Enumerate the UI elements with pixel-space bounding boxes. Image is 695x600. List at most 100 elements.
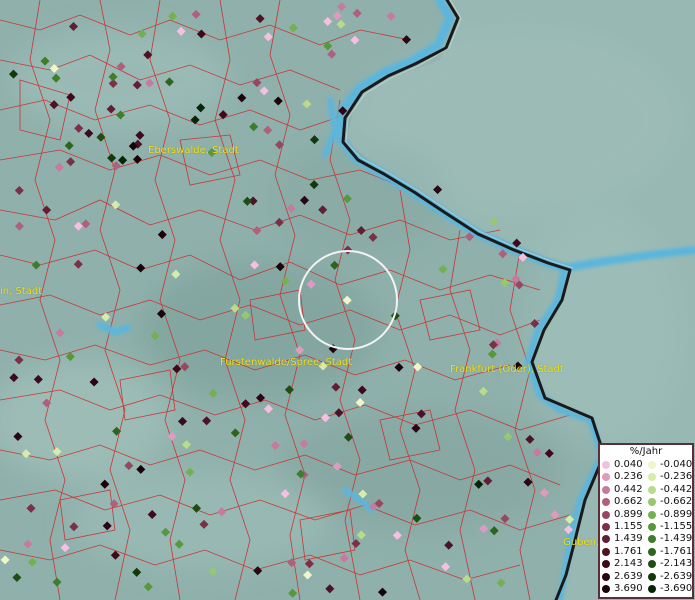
data-point-marker[interactable]: [14, 355, 24, 365]
data-point-marker[interactable]: [66, 157, 76, 167]
data-point-marker[interactable]: [143, 582, 153, 592]
data-point-marker[interactable]: [438, 264, 448, 274]
data-point-marker[interactable]: [263, 125, 273, 135]
data-point-marker[interactable]: [496, 578, 506, 588]
data-point-marker[interactable]: [337, 2, 347, 12]
data-point-marker[interactable]: [132, 567, 142, 577]
data-point-marker[interactable]: [135, 130, 145, 140]
data-point-marker[interactable]: [73, 259, 83, 269]
data-point-marker[interactable]: [302, 99, 312, 109]
data-point-marker[interactable]: [64, 141, 74, 151]
data-point-marker[interactable]: [336, 19, 346, 29]
data-point-marker[interactable]: [177, 416, 188, 426]
data-point-marker[interactable]: [350, 35, 360, 45]
data-point-marker[interactable]: [96, 132, 106, 142]
data-point-marker[interactable]: [252, 226, 262, 236]
data-point-marker[interactable]: [444, 540, 454, 550]
data-point-marker[interactable]: [304, 559, 314, 569]
data-point-marker[interactable]: [26, 503, 36, 513]
legend-value: 1.439: [614, 533, 643, 545]
data-point-marker[interactable]: [356, 530, 366, 540]
data-point-marker[interactable]: [263, 404, 274, 414]
data-point-marker[interactable]: [136, 464, 146, 474]
data-point-marker[interactable]: [320, 413, 331, 423]
data-point-marker[interactable]: [259, 86, 269, 96]
data-point-marker[interactable]: [202, 416, 212, 426]
data-point-marker[interactable]: [252, 78, 262, 88]
data-point-marker[interactable]: [52, 577, 62, 587]
data-point-marker[interactable]: [325, 584, 335, 594]
data-point-marker[interactable]: [23, 539, 33, 549]
data-point-marker[interactable]: [81, 219, 91, 229]
data-point-marker[interactable]: [274, 140, 285, 150]
data-point-marker[interactable]: [478, 386, 488, 396]
data-point-marker[interactable]: [309, 135, 320, 145]
data-point-marker[interactable]: [60, 543, 70, 553]
data-point-marker[interactable]: [288, 23, 298, 33]
data-point-marker[interactable]: [357, 385, 367, 395]
data-point-marker[interactable]: [167, 431, 177, 441]
data-point-marker[interactable]: [55, 328, 65, 338]
data-point-marker[interactable]: [339, 553, 349, 563]
data-point-marker[interactable]: [0, 555, 10, 565]
data-point-marker[interactable]: [218, 110, 228, 120]
data-point-marker[interactable]: [230, 428, 240, 438]
data-point-marker[interactable]: [73, 221, 83, 231]
legend-swatch: [602, 485, 610, 494]
data-point-marker[interactable]: [386, 11, 396, 21]
data-point-marker[interactable]: [27, 557, 37, 567]
data-point-marker[interactable]: [237, 93, 247, 103]
data-point-marker[interactable]: [176, 26, 186, 36]
data-point-marker[interactable]: [12, 572, 22, 583]
data-point-marker[interactable]: [255, 14, 265, 24]
data-point-marker[interactable]: [157, 230, 167, 240]
data-point-marker[interactable]: [377, 587, 388, 597]
data-point-marker[interactable]: [401, 35, 412, 45]
data-point-marker[interactable]: [489, 526, 499, 536]
data-point-marker[interactable]: [196, 29, 206, 39]
legend-row-negative: -0.899: [646, 509, 692, 521]
data-point-marker[interactable]: [42, 205, 52, 215]
data-point-marker[interactable]: [242, 196, 252, 206]
data-point-marker[interactable]: [332, 11, 342, 21]
data-point-marker[interactable]: [118, 155, 128, 165]
data-point-marker[interactable]: [14, 221, 24, 231]
data-point-marker[interactable]: [136, 263, 146, 273]
map-view[interactable]: Eberswalde, Stadt in, Stadt Fürstenwalde…: [0, 0, 695, 600]
data-point-marker[interactable]: [168, 11, 178, 21]
data-point-marker[interactable]: [54, 162, 64, 172]
data-point-marker[interactable]: [181, 440, 192, 450]
data-point-marker[interactable]: [107, 153, 117, 163]
legend-swatch: [648, 473, 656, 482]
data-point-marker[interactable]: [303, 570, 313, 580]
data-point-marker[interactable]: [441, 562, 451, 572]
data-point-marker[interactable]: [288, 588, 298, 598]
data-point-marker[interactable]: [327, 49, 337, 59]
data-point-marker[interactable]: [479, 524, 489, 534]
data-point-marker[interactable]: [323, 41, 333, 51]
data-point-marker[interactable]: [351, 538, 361, 549]
data-point-marker[interactable]: [550, 510, 560, 520]
data-point-marker[interactable]: [392, 530, 402, 540]
data-point-marker[interactable]: [111, 200, 121, 210]
data-point-marker[interactable]: [68, 21, 79, 32]
data-point-marker[interactable]: [249, 122, 259, 132]
data-point-marker[interactable]: [253, 566, 263, 576]
data-point-marker[interactable]: [84, 128, 94, 138]
legend-swatch: [648, 547, 656, 556]
data-point-marker[interactable]: [323, 16, 333, 27]
legend-row-positive: 0.899: [600, 509, 646, 521]
data-point-marker[interactable]: [334, 408, 344, 418]
data-point-marker[interactable]: [394, 362, 404, 372]
data-point-marker[interactable]: [263, 32, 273, 42]
data-point-marker[interactable]: [14, 185, 24, 196]
data-point-marker[interactable]: [171, 269, 181, 279]
data-point-marker[interactable]: [487, 349, 497, 359]
data-point-marker[interactable]: [270, 441, 280, 451]
data-point-marker[interactable]: [352, 8, 362, 18]
data-point-marker[interactable]: [191, 9, 201, 19]
data-point-marker[interactable]: [273, 96, 283, 106]
place-label-guben: Guben,: [563, 537, 600, 548]
data-point-marker[interactable]: [31, 260, 41, 270]
data-point-marker[interactable]: [500, 278, 510, 288]
